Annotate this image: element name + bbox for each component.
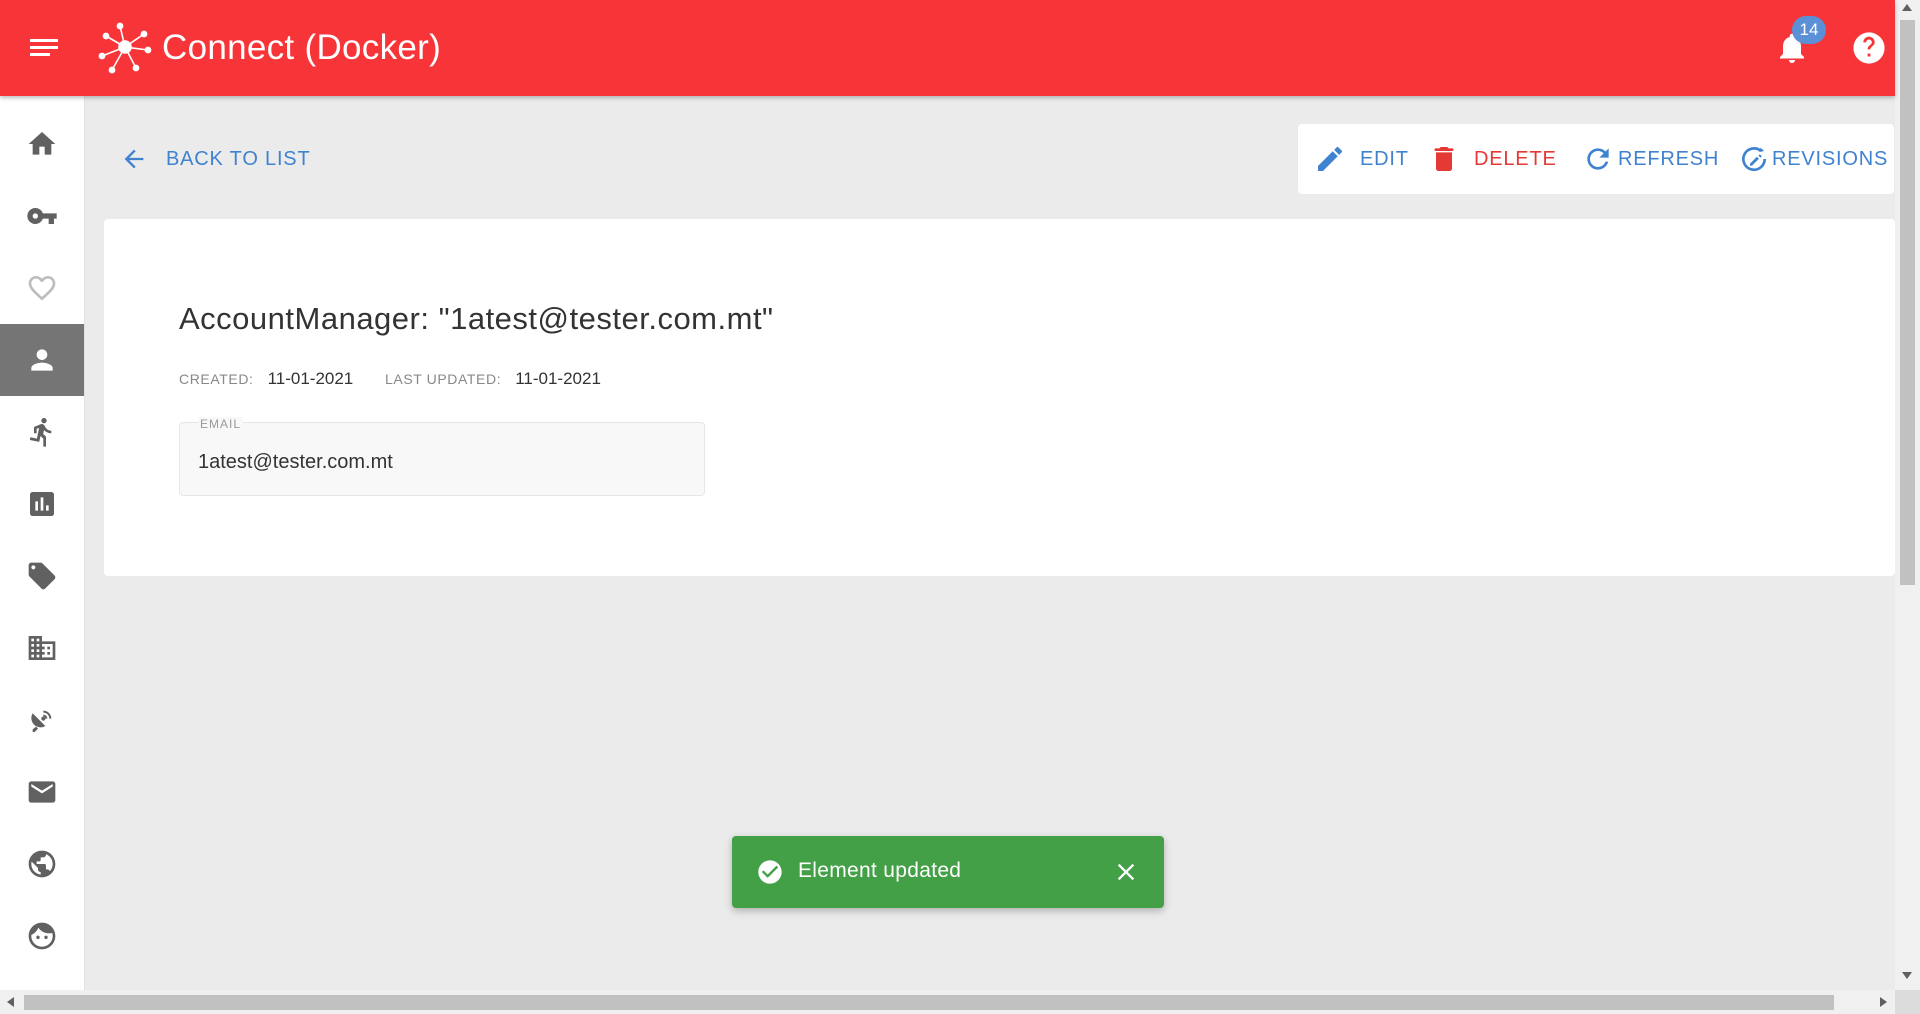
updated-meta: LAST UPDATED: 11-01-2021 bbox=[385, 369, 601, 389]
back-to-list-label: BACK TO LIST bbox=[166, 147, 311, 170]
pencil-icon bbox=[1318, 146, 1343, 171]
success-snackbar: Element updated bbox=[732, 836, 1164, 908]
running-person-icon bbox=[29, 417, 52, 447]
refresh-label: REFRESH bbox=[1618, 147, 1720, 170]
person-icon bbox=[31, 349, 53, 371]
arrow-back-icon bbox=[124, 149, 144, 169]
sidebar-item-broadcast[interactable] bbox=[0, 684, 84, 756]
delete-button[interactable]: DELETE bbox=[1428, 142, 1557, 176]
delete-label: DELETE bbox=[1474, 147, 1557, 170]
scroll-right-icon[interactable] bbox=[1880, 997, 1887, 1007]
sidebar-item-users[interactable] bbox=[0, 900, 84, 972]
page-title: AccountManager: "1atest@tester.com.mt" bbox=[179, 301, 774, 336]
refresh-button[interactable]: REFRESH bbox=[1582, 142, 1719, 176]
sidebar-item-home[interactable] bbox=[0, 108, 84, 180]
sidebar-item-tags[interactable] bbox=[0, 540, 84, 612]
created-meta: CREATED: 11-01-2021 bbox=[179, 369, 353, 389]
globe-icon bbox=[28, 850, 56, 878]
revisions-label: REVISIONS bbox=[1772, 147, 1889, 170]
sidebar-item-messages[interactable] bbox=[0, 756, 84, 828]
sidebar-item-favorites[interactable] bbox=[0, 252, 84, 324]
heart-icon bbox=[28, 276, 56, 301]
last-updated-label: LAST UPDATED: bbox=[385, 371, 502, 387]
sidebar-item-activities[interactable] bbox=[0, 396, 84, 468]
key-icon bbox=[27, 208, 57, 224]
last-updated-value: 11-01-2021 bbox=[515, 369, 601, 388]
menu-button[interactable] bbox=[26, 34, 62, 62]
help-button[interactable] bbox=[1852, 31, 1886, 65]
check-circle-icon bbox=[758, 860, 782, 884]
bar-chart-icon bbox=[30, 492, 54, 516]
sidebar-item-countries[interactable] bbox=[0, 828, 84, 900]
notification-badge: 14 bbox=[1792, 16, 1826, 44]
email-label: EMAIL bbox=[198, 417, 244, 431]
created-label: CREATED: bbox=[179, 371, 254, 387]
face-icon bbox=[28, 922, 56, 950]
tag-icon bbox=[28, 562, 56, 590]
back-to-list-button[interactable]: BACK TO LIST bbox=[120, 142, 310, 176]
mail-icon bbox=[28, 781, 56, 803]
edit-label: EDIT bbox=[1360, 147, 1409, 170]
record-card: AccountManager: "1atest@tester.com.mt" C… bbox=[104, 219, 1895, 576]
vertical-scrollbar[interactable] bbox=[1895, 0, 1920, 990]
trash-icon bbox=[1434, 147, 1454, 171]
close-icon[interactable] bbox=[1112, 858, 1140, 886]
top-app-bar: Connect (Docker) 14 bbox=[0, 0, 1895, 96]
edit-button[interactable]: EDIT bbox=[1314, 142, 1409, 176]
sidebar-item-account-managers[interactable] bbox=[0, 324, 84, 396]
scrollbar-corner bbox=[1895, 990, 1920, 1014]
satellite-dish-icon bbox=[31, 710, 52, 732]
created-value: 11-01-2021 bbox=[267, 369, 354, 388]
building-icon bbox=[28, 636, 56, 660]
horizontal-scrollbar[interactable] bbox=[0, 990, 1895, 1014]
scroll-up-icon[interactable] bbox=[1902, 4, 1912, 11]
sidebar bbox=[0, 96, 85, 990]
sidebar-item-keys[interactable] bbox=[0, 180, 84, 252]
email-field: EMAIL 1atest@tester.com.mt bbox=[179, 417, 705, 496]
app-title: Connect (Docker) bbox=[162, 28, 442, 67]
logo-icon bbox=[98, 22, 152, 74]
help-icon bbox=[1853, 32, 1885, 64]
horizontal-scroll-thumb[interactable] bbox=[24, 995, 1834, 1010]
scroll-left-icon[interactable] bbox=[7, 997, 14, 1007]
vertical-scroll-thumb[interactable] bbox=[1900, 20, 1915, 585]
refresh-icon bbox=[1587, 148, 1609, 170]
history-edit-icon bbox=[1742, 147, 1767, 172]
home-icon bbox=[28, 132, 56, 155]
record-actions: EDIT DELETE REFRESH REVISIONS bbox=[1298, 124, 1894, 194]
email-value: 1atest@tester.com.mt bbox=[198, 451, 393, 473]
sidebar-item-companies[interactable] bbox=[0, 612, 84, 684]
menu-icon bbox=[30, 39, 58, 56]
sidebar-item-reports[interactable] bbox=[0, 468, 84, 540]
scroll-down-icon[interactable] bbox=[1902, 972, 1912, 979]
revisions-button[interactable]: REVISIONS bbox=[1738, 142, 1888, 176]
snackbar-message: Element updated bbox=[798, 859, 962, 882]
